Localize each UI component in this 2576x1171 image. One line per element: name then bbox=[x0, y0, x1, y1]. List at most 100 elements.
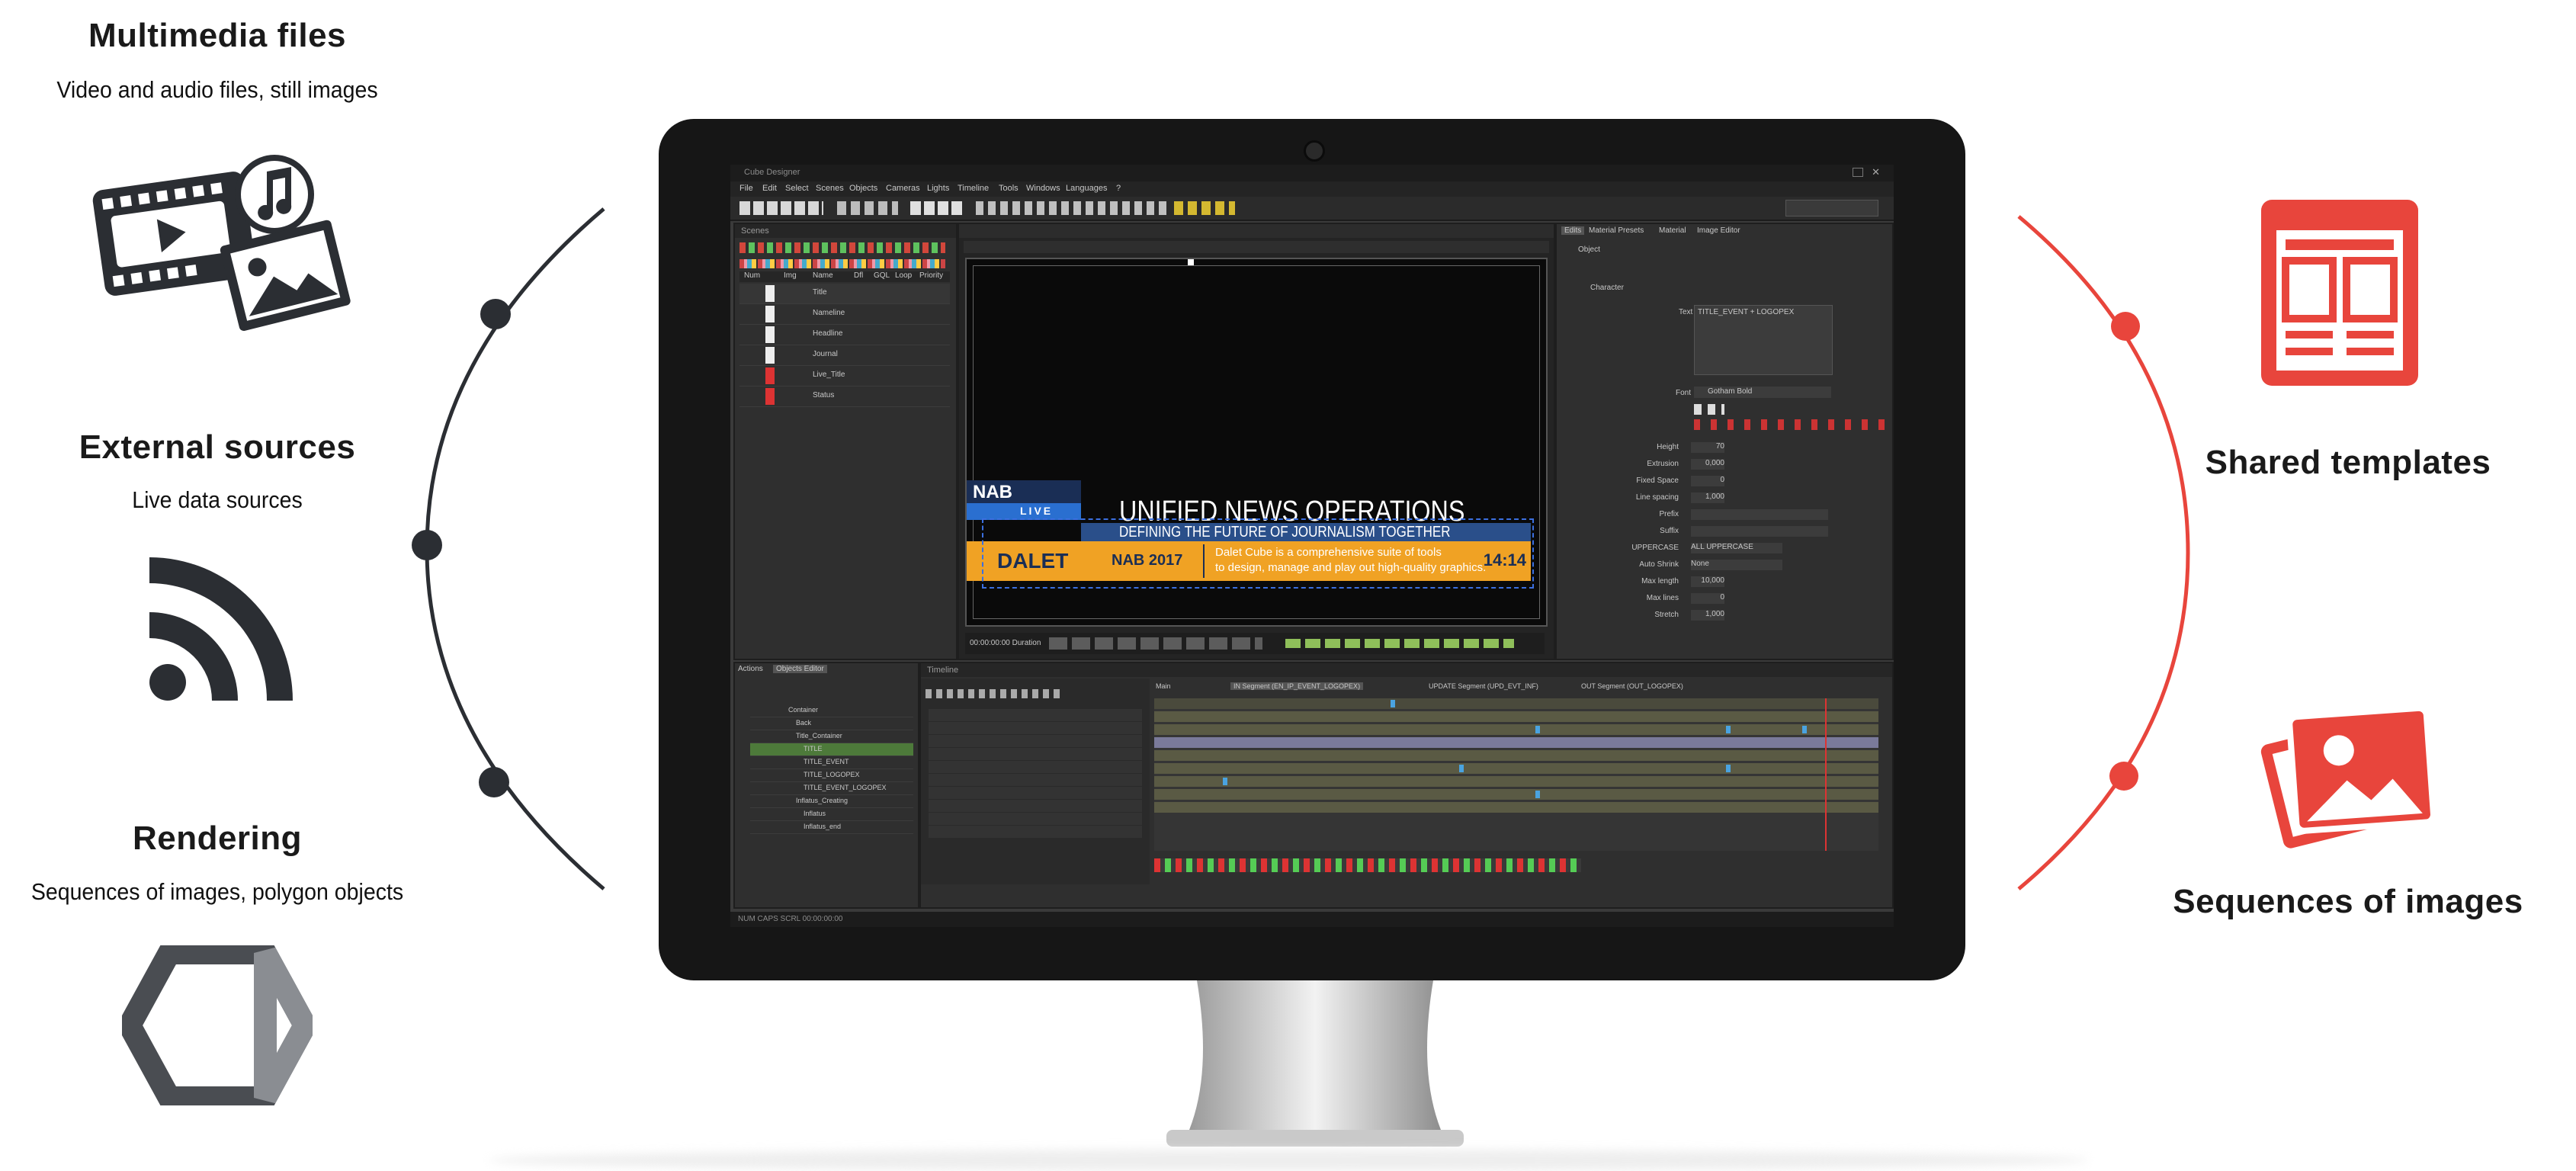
timeline-tabs: Main IN Segment (EN_IP_EVENT_LOGOPEX) UP… bbox=[1154, 682, 1878, 694]
font-style-buttons[interactable] bbox=[1694, 404, 1724, 415]
prop-row-auto-shrink: Auto Shrink None bbox=[1557, 558, 1885, 573]
menu-objects[interactable]: Objects bbox=[849, 184, 877, 193]
scene-row[interactable]: Journal bbox=[739, 345, 950, 366]
timeline-object-rows[interactable] bbox=[929, 709, 1142, 839]
scene-row[interactable]: Live_Title bbox=[739, 366, 950, 387]
prop-value[interactable]: 0 bbox=[1691, 593, 1724, 604]
menu-timeline[interactable]: Timeline bbox=[958, 184, 989, 193]
prop-value[interactable]: 0,000 bbox=[1691, 459, 1724, 470]
tab-edits[interactable]: Edits bbox=[1561, 226, 1585, 235]
prop-value[interactable]: 70 bbox=[1691, 442, 1724, 453]
suffix-input[interactable] bbox=[1691, 526, 1828, 537]
scenes-panel: Scenes Num Img Name Dfl GQL Loop Priorit… bbox=[733, 223, 958, 660]
tree-item[interactable]: TITLE_LOGOPEX bbox=[750, 769, 913, 782]
prop-value[interactable]: ALL UPPERCASE bbox=[1691, 543, 1782, 553]
prop-value[interactable]: None bbox=[1691, 560, 1782, 570]
tab-material-presets[interactable]: Material Presets bbox=[1589, 226, 1644, 235]
toolbar-render-buttons[interactable] bbox=[1174, 201, 1235, 215]
live-bug: LIVE bbox=[967, 503, 1081, 520]
scene-name: Title bbox=[813, 288, 827, 297]
toolbar-tools-buttons[interactable] bbox=[976, 201, 1166, 215]
left-connector-arc bbox=[412, 207, 605, 890]
prop-value[interactable]: 10,000 bbox=[1691, 576, 1724, 587]
scene-row[interactable]: Status bbox=[739, 387, 950, 407]
prop-value[interactable]: 1,000 bbox=[1691, 610, 1724, 621]
menu-lights[interactable]: Lights bbox=[927, 184, 949, 193]
scene-editor-toolbar[interactable] bbox=[964, 241, 1549, 253]
tree-item[interactable]: TITLE_EVENT_LOGOPEX bbox=[750, 782, 913, 795]
transport-buttons[interactable] bbox=[1049, 637, 1262, 650]
tab-material[interactable]: Material bbox=[1659, 226, 1686, 235]
anchor-handle[interactable] bbox=[1188, 259, 1194, 265]
scene-name: Nameline bbox=[813, 309, 845, 317]
toolbar-selector[interactable] bbox=[1785, 200, 1878, 217]
scenes-color-filter[interactable] bbox=[739, 259, 945, 268]
scene-row[interactable]: Title bbox=[739, 284, 950, 304]
prop-value[interactable]: 0 bbox=[1691, 476, 1724, 486]
timeline-keyframe-tools[interactable] bbox=[1154, 858, 1581, 872]
right-connector-arc bbox=[2017, 215, 2190, 890]
col-name: Name bbox=[813, 271, 833, 280]
toolbar-object-buttons[interactable] bbox=[910, 201, 964, 215]
tree-item[interactable]: Container bbox=[750, 704, 913, 717]
col-loop: Loop bbox=[895, 271, 913, 280]
menu-select[interactable]: Select bbox=[785, 184, 809, 193]
status-bar: NUM CAPS SCRL 00:00:00:00 bbox=[730, 912, 1894, 927]
media-files-icon bbox=[92, 155, 351, 332]
selection-box[interactable] bbox=[982, 518, 1534, 589]
menu-edit[interactable]: Edit bbox=[762, 184, 777, 193]
timeline-tab-main[interactable]: Main bbox=[1156, 682, 1171, 690]
tree-item[interactable]: Back bbox=[750, 717, 913, 730]
scene-row[interactable]: Nameline bbox=[739, 304, 950, 325]
timeline-title: Timeline bbox=[921, 663, 1892, 677]
menu-help[interactable]: ? bbox=[1116, 184, 1121, 193]
timeline-tab-out[interactable]: OUT Segment (OUT_LOGOPEX) bbox=[1581, 682, 1683, 690]
menu-cameras[interactable]: Cameras bbox=[886, 184, 920, 193]
app-window: Cube Designer ✕ File Edit Select Scenes … bbox=[730, 165, 1894, 927]
tree-item[interactable]: Inflatus bbox=[750, 808, 913, 821]
scene-row[interactable]: Headline bbox=[739, 325, 950, 345]
close-icon[interactable]: ✕ bbox=[1872, 166, 1880, 178]
prop-value[interactable]: 1,000 bbox=[1691, 492, 1724, 503]
playhead[interactable] bbox=[1825, 698, 1827, 851]
scene-name: Live_Title bbox=[813, 371, 845, 379]
font-dropdown[interactable]: Gotham Bold bbox=[1694, 387, 1831, 398]
prop-row-prefix: Prefix bbox=[1557, 508, 1885, 523]
menu-windows[interactable]: Windows bbox=[1026, 184, 1060, 193]
text-value-field[interactable]: TITLE_EVENT + LOGOPEX bbox=[1694, 305, 1833, 375]
alignment-buttons[interactable] bbox=[1694, 419, 1892, 430]
preview-viewport[interactable]: NAB LIVE UNIFIED NEWS OPERATIONS DEFININ… bbox=[965, 258, 1548, 627]
transport-timecode: 00:00:00:00 Duration bbox=[970, 639, 1041, 647]
tree-item[interactable]: Inflatus_end bbox=[750, 821, 913, 834]
tab-objects-editor[interactable]: Objects Editor bbox=[773, 665, 827, 673]
tree-item[interactable]: Title_Container bbox=[750, 730, 913, 743]
image-stack-icon bbox=[2260, 704, 2436, 849]
menu-languages[interactable]: Languages bbox=[1066, 184, 1107, 193]
timeline-tab-update[interactable]: UPDATE Segment (UPD_EVT_INF) bbox=[1429, 682, 1538, 690]
rendering-subtitle: Sequences of images, polygon objects bbox=[30, 878, 404, 905]
prop-row-line-spacing: Line spacing 1,000 bbox=[1635, 492, 1724, 503]
tree-item[interactable]: TITLE bbox=[750, 743, 913, 756]
external-sources-subtitle: Live data sources bbox=[132, 486, 303, 513]
scenes-toolbar[interactable] bbox=[739, 242, 945, 253]
menu-file[interactable]: File bbox=[739, 184, 753, 193]
objects-panel: Actions Objects Editor Container Back Ti… bbox=[733, 662, 919, 909]
menu-scenes[interactable]: Scenes bbox=[816, 184, 844, 193]
timeline-tab-in[interactable]: IN Segment (EN_IP_EVENT_LOGOPEX) bbox=[1230, 682, 1364, 690]
toolbar-file-buttons[interactable] bbox=[739, 201, 823, 215]
scene-thumbnail bbox=[765, 285, 775, 302]
nab-logo-block: NAB bbox=[967, 480, 1081, 503]
tree-item[interactable]: TITLE_EVENT bbox=[750, 756, 913, 769]
timeline-tracks[interactable] bbox=[1154, 698, 1878, 851]
maximize-icon[interactable] bbox=[1853, 168, 1863, 177]
tree-item[interactable]: Inflatus_Creating bbox=[750, 795, 913, 808]
timeline-toolbar[interactable] bbox=[925, 689, 1063, 698]
transport-markers[interactable] bbox=[1285, 639, 1514, 648]
toolbar-edit-buttons[interactable] bbox=[837, 201, 898, 215]
prefix-input[interactable] bbox=[1691, 509, 1828, 520]
tab-actions[interactable]: Actions bbox=[738, 665, 763, 673]
tab-image-editor[interactable]: Image Editor bbox=[1697, 226, 1740, 235]
menu-bar: File Edit Select Scenes Objects Cameras … bbox=[730, 181, 1894, 197]
menu-tools[interactable]: Tools bbox=[999, 184, 1019, 193]
status-text: NUM CAPS SCRL 00:00:00:00 bbox=[738, 915, 843, 923]
